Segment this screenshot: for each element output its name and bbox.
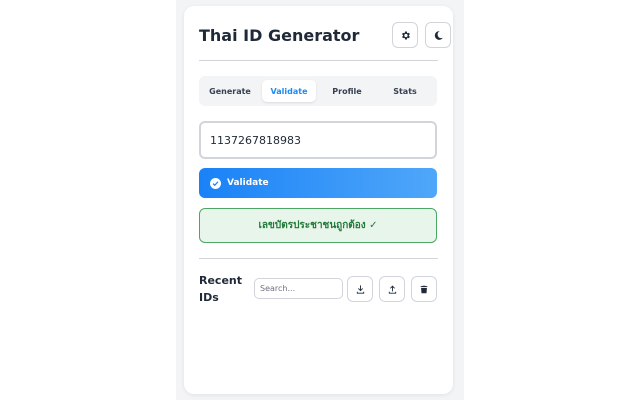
gear-icon xyxy=(401,31,410,39)
app-card: Thai ID Generator Generate Validate Prof… xyxy=(184,6,453,394)
section-divider xyxy=(199,258,438,259)
app-title: Thai ID Generator xyxy=(199,26,360,45)
download-icon xyxy=(356,284,364,294)
settings-button[interactable] xyxy=(392,22,418,48)
id-number-input[interactable] xyxy=(199,121,437,159)
moon-icon xyxy=(434,30,443,40)
trash-icon xyxy=(420,285,428,293)
app-header: Thai ID Generator xyxy=(199,22,451,52)
page-backdrop-left xyxy=(0,0,176,400)
page-backdrop-right xyxy=(464,0,640,400)
download-button[interactable] xyxy=(347,276,373,302)
check-circle-icon xyxy=(210,177,221,189)
checkmark-icon xyxy=(212,180,219,186)
validate-button[interactable]: Validate xyxy=(199,168,437,198)
validation-result-text: เลขบัตรประชาชนถูกต้อง ✓ xyxy=(258,220,378,231)
tab-generate[interactable]: Generate xyxy=(203,80,257,102)
recent-ids-heading: Recent IDs xyxy=(199,274,243,304)
search-input[interactable] xyxy=(254,278,343,299)
delete-button[interactable] xyxy=(411,276,437,302)
upload-button[interactable] xyxy=(379,276,405,302)
tab-bar: Generate Validate Profile Stats xyxy=(199,76,437,106)
upload-icon xyxy=(388,284,396,294)
theme-toggle-button[interactable] xyxy=(425,22,451,48)
tab-stats[interactable]: Stats xyxy=(378,80,432,102)
header-divider xyxy=(199,60,438,61)
tab-validate[interactable]: Validate xyxy=(262,80,316,102)
validate-button-label: Validate xyxy=(227,178,269,188)
validation-result: เลขบัตรประชาชนถูกต้อง ✓ xyxy=(199,208,437,243)
tab-profile[interactable]: Profile xyxy=(320,80,374,102)
